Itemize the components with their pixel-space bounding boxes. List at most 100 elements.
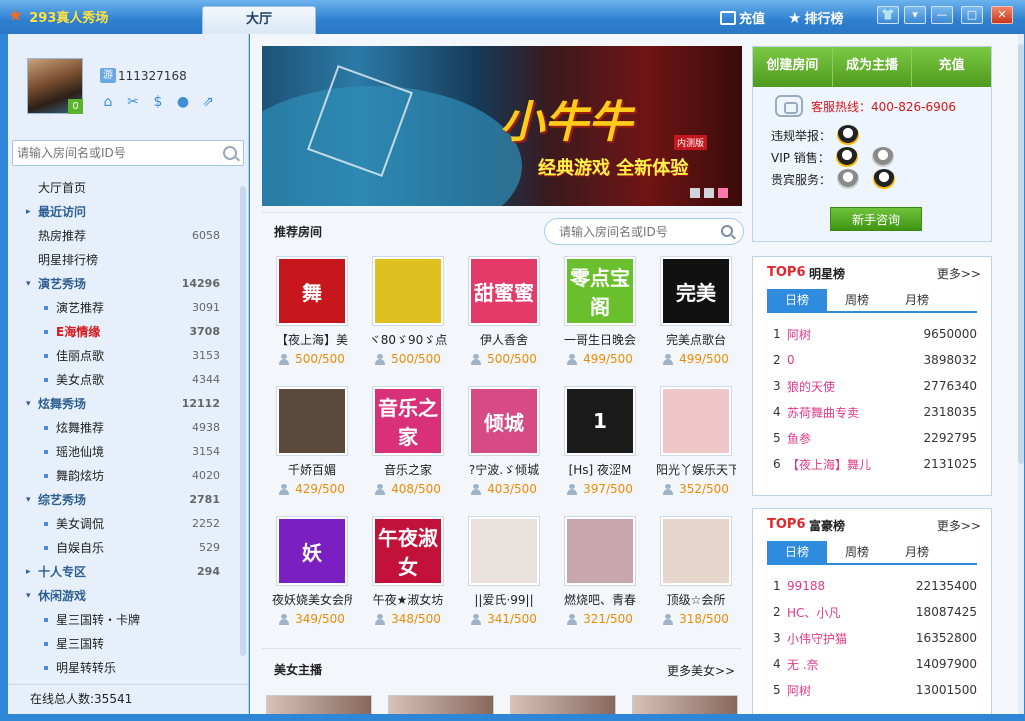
sidebar-item[interactable]: 热房推荐 6058 [8,224,240,248]
room-thumbnail[interactable] [660,386,732,456]
scroll-thumb[interactable] [1018,44,1024,464]
room-thumbnail[interactable]: 1 [564,386,636,456]
rank-row[interactable]: 2 HC、小凡 18087425 [773,599,977,625]
share-icon[interactable]: ⇗ [200,94,216,110]
sidebar-item[interactable]: ▸ 最近访问 [8,200,240,224]
room-thumbnail[interactable]: 完美 [660,256,732,326]
room-thumbnail[interactable]: 零点宝阁 [564,256,636,326]
tab-daily[interactable]: 日榜 [767,541,827,563]
room-thumbnail[interactable] [564,516,636,586]
rank-row[interactable]: 1 阿树 9650000 [773,321,977,347]
room-card[interactable]: ヾ80ゞ90ゞ点 500/500 [368,256,448,378]
sidebar-item[interactable]: ▾ 休闲游戏 [8,584,240,608]
room-thumbnail[interactable] [372,256,444,326]
sidebar-item[interactable]: 星三国转・卡牌 [8,608,240,632]
qq-offline-icon[interactable] [837,169,860,189]
avatar[interactable]: 0 [27,58,83,114]
ranking-button[interactable]: ★ 排行榜 [788,8,843,28]
tab-daily[interactable]: 日榜 [767,289,827,311]
room-card[interactable]: 1 [Hs] 夜涩M 397/500 [560,386,640,508]
room-thumbnail[interactable]: 午夜淑女 [372,516,444,586]
sidebar-item[interactable]: 佳丽点歌 3153 [8,344,240,368]
room-card[interactable]: 燃烧吧、青春 321/500 [560,516,640,638]
room-thumbnail[interactable]: 倾城 [468,386,540,456]
rank-row[interactable]: 2 0 3898032 [773,347,977,373]
rank-row[interactable]: 4 无 .奈 14097900 [773,651,977,677]
bag-icon[interactable]: ● [175,94,191,110]
expand-arrow-icon[interactable]: ▾ [26,488,31,512]
sidebar-item[interactable]: ▾ 演艺秀场 14296 [8,272,240,296]
room-card[interactable]: 倾城 ?宁波.ゞ倾城 403/500 [464,386,544,508]
sidebar-item[interactable]: 炫舞推荐 4938 [8,416,240,440]
sidebar-item[interactable]: 美女点歌 4344 [8,368,240,392]
sidebar-item[interactable]: 自娱自乐 529 [8,536,240,560]
rank-row[interactable]: 3 小伟守护猫 16352800 [773,625,977,651]
maximize-button[interactable]: □ [961,6,983,24]
sidebar-item[interactable]: ▾ 炫舞秀场 12112 [8,392,240,416]
pager-dot[interactable] [704,188,714,198]
rank-row[interactable]: 5 鱼参 2292795 [773,425,977,451]
pager-dot[interactable] [690,188,700,198]
tab-weekly[interactable]: 周榜 [827,541,887,563]
room-card[interactable]: 甜蜜蜜 伊人香舍 500/500 [464,256,544,378]
expand-arrow-icon[interactable]: ▾ [26,392,31,416]
qq-offline-icon[interactable] [871,147,894,167]
game-banner[interactable]: 小牛牛 内测版 经典游戏 全新体验 [262,46,742,206]
main-search-input[interactable] [559,219,719,244]
room-card[interactable]: 千娇百媚 429/500 [272,386,352,508]
room-card[interactable]: 午夜淑女 午夜★淑女坊 348/500 [368,516,448,638]
room-card[interactable]: 妖夜妖娆美女会所 349/500 [272,516,352,638]
expand-arrow-icon[interactable]: ▸ [26,560,31,584]
sidebar-item[interactable]: 明星转转乐 [8,656,240,680]
sidebar-item[interactable]: 明星排行榜 [8,248,240,272]
rich-more-link[interactable]: 更多>> [937,517,981,534]
minimize-button[interactable]: — [931,6,953,24]
sidebar-item[interactable]: 美女调侃 2252 [8,512,240,536]
expand-arrow-icon[interactable]: ▸ [26,200,31,224]
sidebar-item[interactable]: E海情缘 3708 [8,320,240,344]
main-scrollbar[interactable] [1018,34,1024,714]
room-thumbnail[interactable] [468,516,540,586]
room-card[interactable]: 舞【夜上海】美 500/500 [272,256,352,378]
rank-row[interactable]: 5 阿树 13001500 [773,677,977,703]
search-icon[interactable] [721,225,733,237]
tools-icon[interactable]: ✂ [125,94,141,110]
search-icon[interactable] [223,146,237,160]
menu-button[interactable]: ▾ [904,6,926,24]
pager-dot-active[interactable] [718,188,728,198]
rank-row[interactable]: 1 99188 22135400 [773,573,977,599]
room-card[interactable]: 零点宝阁 一哥生日晚会 499/500 [560,256,640,378]
room-card[interactable]: 顶级☆会所 318/500 [656,516,736,638]
sidebar-item[interactable]: 星三国转 [8,632,240,656]
room-card[interactable]: 阳光丫娱乐天下 352/500 [656,386,736,508]
tab-monthly[interactable]: 月榜 [887,541,947,563]
home-icon[interactable]: ⌂ [100,94,116,110]
room-thumbnail[interactable] [276,386,348,456]
room-thumbnail[interactable]: 舞 [276,256,348,326]
room-search-input[interactable] [13,141,213,165]
skin-button[interactable]: 👕 [877,6,899,24]
qq-icon[interactable] [835,147,858,167]
room-thumbnail[interactable]: 甜蜜蜜 [468,256,540,326]
rank-row[interactable]: 4 苏荷舞曲专卖 2318035 [773,399,977,425]
expand-arrow-icon[interactable]: ▾ [26,584,31,608]
sidebar-item[interactable]: ▾ 综艺秀场 2781 [8,488,240,512]
qq-icon[interactable] [873,169,896,189]
close-button[interactable]: ✕ [991,6,1013,24]
newbie-help-button[interactable]: 新手咨询 [830,207,922,231]
tab-hall[interactable]: 大厅 [202,6,316,34]
recharge-panel-button[interactable]: 充值 [912,47,991,87]
tab-weekly[interactable]: 周榜 [827,289,887,311]
sidebar-item[interactable]: 舞韵炫坊 4020 [8,464,240,488]
sidebar-item[interactable]: ▸ 十人专区 294 [8,560,240,584]
room-thumbnail[interactable] [660,516,732,586]
tab-monthly[interactable]: 月榜 [887,289,947,311]
expand-arrow-icon[interactable]: ▾ [26,272,31,296]
sidebar-item[interactable]: 瑶池仙境 3154 [8,440,240,464]
room-card[interactable]: 音乐之家 音乐之家 408/500 [368,386,448,508]
room-card[interactable]: 完美 完美点歌台 499/500 [656,256,736,378]
room-thumbnail[interactable]: 妖 [276,516,348,586]
more-beauty-link[interactable]: 更多美女>> [667,662,735,679]
sidebar-scrollbar[interactable] [240,186,246,656]
room-thumbnail[interactable]: 音乐之家 [372,386,444,456]
